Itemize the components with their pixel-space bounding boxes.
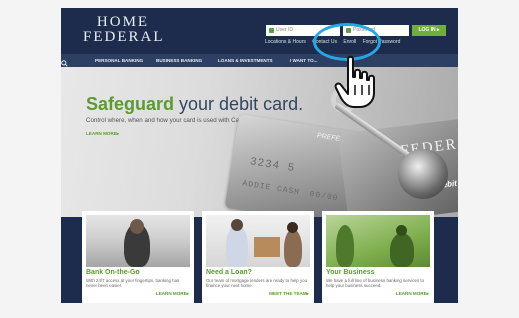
tile-need-a-loan[interactable]: Need a Loan? Our team of mortgage lender… [202,211,314,303]
hero-title-strong: Safeguard [86,94,175,114]
tile-your-business[interactable]: Your Business We have a full line of bus… [322,211,434,303]
tile-link[interactable]: MEET THE TEAM▸ [269,291,309,297]
tile-title: Bank On-the-Go [86,269,140,276]
nav-i-want-to[interactable]: I WANT TO... [290,58,317,63]
login-button[interactable]: LOG IN ▸ [412,25,446,36]
tile-title: Your Business [326,269,375,276]
card-number: 3234 5 [248,156,296,176]
user-id-placeholder: User ID [276,27,293,33]
tile-link[interactable]: LEARN MORE▸ [396,291,429,297]
tile-link[interactable]: LEARN MORE▸ [156,291,189,297]
card-name: ADDIE CASH [241,179,301,198]
padlock-image [398,149,448,199]
logo-line2: FEDERAL [83,29,165,45]
search-icon[interactable] [61,60,68,67]
tile-photo-couple-moving [206,215,310,267]
hero-learn-more-link[interactable]: LEARN MORE▸ [86,131,119,137]
tile-photo-business-meeting [326,215,430,267]
nav-personal-banking[interactable]: PERSONAL BANKING [95,58,143,63]
link-locations[interactable]: Locations & Hours [265,39,306,45]
tile-bank-on-the-go[interactable]: Bank On-the-Go With 24/7 access at your … [82,211,194,303]
page: HOME FEDERAL User ID Password LOG IN ▸ L… [0,0,519,318]
hero-banner: Safeguard your debit card. Control where… [61,67,458,217]
main-nav: PERSONAL BANKING BUSINESS BANKING LOANS … [61,54,458,67]
hand-pointer-icon [334,55,375,108]
site-header: HOME FEDERAL User ID Password LOG IN ▸ L… [61,8,458,54]
tile-title: Need a Loan? [206,269,252,276]
hero-title: Safeguard your debit card. [86,94,303,115]
tile-text: Our team of mortgage lenders are ready t… [206,278,308,289]
user-icon [269,28,274,33]
tile-text: With 24/7 access at your fingertips, ban… [86,278,180,289]
hero-subtitle: Control where, when and how your card is… [86,117,260,124]
nav-loans-investments[interactable]: LOANS & INVESTMENTS [218,58,273,63]
tile-text: We have a full line of business banking … [326,278,425,289]
logo-line1: HOME [96,14,150,30]
nav-business-banking[interactable]: BUSINESS BANKING [156,58,202,63]
tile-photo-woman-phone [86,215,190,267]
logo[interactable]: HOME FEDERAL [83,15,163,45]
hero-title-rest: your debit card. [174,94,304,114]
card-date: 00/00 [308,189,339,204]
